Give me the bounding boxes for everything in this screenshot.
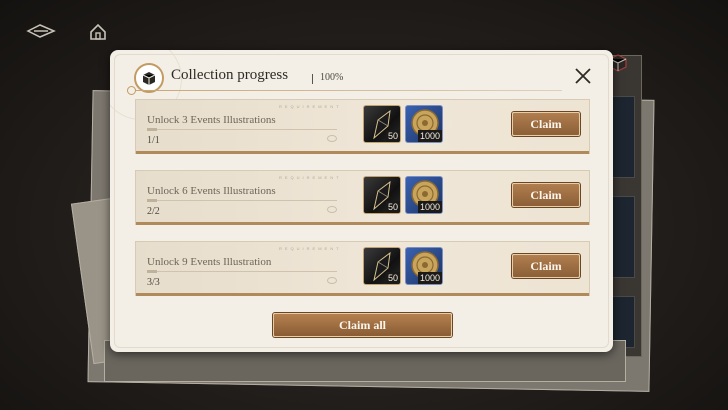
task-row: REQUIREMENT Unlock 6 Events Illustration… [135,170,590,225]
preview-eye-icon[interactable] [327,135,337,142]
collection-box-icon [134,63,164,93]
task-row: REQUIREMENT Unlock 3 Events Illustration… [135,99,590,154]
reward-quantity: 1000 [417,201,442,213]
claim-button[interactable]: Claim [512,112,580,136]
back-arrow-icon[interactable] [26,22,56,40]
close-icon[interactable] [572,65,594,87]
reward-item[interactable]: 50 [363,247,401,285]
reward-item[interactable]: 50 [363,105,401,143]
task-progress-count: 2/2 [147,206,160,217]
task-progress-line [147,128,337,131]
preview-eye-icon[interactable] [327,277,337,284]
task-progress-count: 1/1 [147,135,160,146]
title-divider [312,74,313,84]
reward-quantity: 50 [385,130,400,142]
reward-quantity: 1000 [417,272,442,284]
task-progress-line [147,199,337,202]
reward-item[interactable]: 1000 [405,247,443,285]
claim-button[interactable]: Claim [512,254,580,278]
claim-all-button[interactable]: Claim all [273,313,452,337]
reward-quantity: 1000 [417,130,442,142]
reward-quantity: 50 [385,272,400,284]
requirement-tag: REQUIREMENT [279,175,342,180]
task-progress-line [147,270,337,273]
collection-percent: 100% [320,72,344,83]
requirement-tag: REQUIREMENT [279,104,342,109]
title-line-dot [127,86,136,95]
requirement-tag: REQUIREMENT [279,246,342,251]
task-row: REQUIREMENT Unlock 9 Events Illustration… [135,241,590,296]
task-label: Unlock 6 Events Illustrations [147,185,276,197]
top-bar [0,0,728,50]
home-icon[interactable] [88,22,108,42]
dialog-title: Collection progress [171,67,289,83]
task-progress-count: 3/3 [147,277,160,288]
collection-progress-dialog: Collection progress 100% REQUIREMENT Unl… [110,50,613,352]
reward-item[interactable]: 1000 [405,176,443,214]
reward-item[interactable]: 1000 [405,105,443,143]
claim-button[interactable]: Claim [512,183,580,207]
reward-item[interactable]: 50 [363,176,401,214]
task-label: Unlock 3 Events Illustrations [147,114,276,126]
title-underline [132,90,562,91]
preview-eye-icon[interactable] [327,206,337,213]
task-label: Unlock 9 Events Illustration [147,256,272,268]
reward-quantity: 50 [385,201,400,213]
